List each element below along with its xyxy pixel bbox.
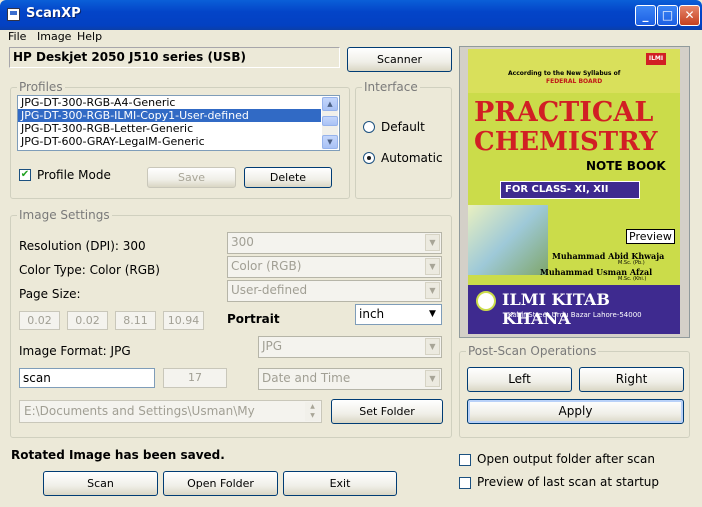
scroll-up-icon[interactable]: ▲ (322, 97, 338, 111)
maximize-button[interactable]: □ (657, 5, 678, 26)
cover-board: FEDERAL BOARD (546, 78, 603, 85)
resolution-label: Resolution (DPI): 300 (19, 239, 146, 253)
cover-publisher: ILMI KITAB KHANA (502, 290, 610, 328)
filename-input[interactable]: scan (19, 368, 155, 388)
output-folder-path: E:\Documents and Settings\Usman\My (24, 404, 255, 418)
image-format-select[interactable]: JPG ▼ (258, 336, 442, 358)
chevron-down-icon[interactable]: ▼ (425, 258, 440, 275)
interface-legend: Interface (364, 80, 418, 94)
profile-item[interactable]: JPG-DT-300-RGB-Letter-Generic (18, 122, 321, 135)
color-type-label: Color Type: Color (RGB) (19, 263, 160, 277)
minimize-button[interactable]: _ (635, 5, 656, 26)
scroll-up-icon[interactable]: ▲ (305, 402, 320, 411)
cover-author-2-degree: M.Sc. (Khi.) (618, 276, 647, 282)
cover-subtitle: NOTE BOOK (586, 159, 666, 173)
cover-author-1-degree: M.Sc. (Pb.) (618, 260, 645, 266)
orientation-label[interactable]: Portrait (227, 312, 280, 326)
counter-field[interactable]: 17 (163, 368, 227, 388)
scanner-button[interactable]: Scanner (347, 47, 452, 72)
publisher-logo-icon (476, 291, 496, 311)
resolution-value: 300 (231, 235, 254, 249)
open-output-label: Open output folder after scan (477, 452, 655, 466)
page-width-field[interactable]: 8.11 (115, 311, 156, 330)
folder-scroll[interactable]: ▲ ▼ (305, 402, 320, 421)
profile-mode-checkbox[interactable]: ✔ (19, 169, 31, 181)
margin-top-field[interactable]: 0.02 (67, 311, 108, 330)
scroll-down-icon[interactable]: ▼ (305, 411, 320, 420)
cover-class-band: FOR CLASS- XI, XII (500, 181, 640, 199)
cover-syllabus: According to the New Syllabus of (508, 70, 621, 77)
preview-label: Preview (626, 229, 675, 244)
preview-last-checkbox[interactable] (459, 477, 471, 489)
unit-value: inch (359, 307, 385, 321)
profile-mode-label: Profile Mode (37, 168, 111, 182)
cover-title-1: PRACTICAL (474, 97, 654, 128)
scan-button[interactable]: Scan (43, 471, 158, 496)
automatic-radio-label: Automatic (381, 151, 443, 165)
cover-author-1: Muhammad Abid Khwaja (552, 251, 665, 261)
status-text: Rotated Image has been saved. (11, 448, 225, 462)
post-scan-legend: Post-Scan Operations (468, 344, 597, 358)
exit-button[interactable]: Exit (283, 471, 397, 496)
unit-select[interactable]: inch ▼ (355, 304, 442, 325)
resolution-select[interactable]: 300 ▼ (227, 232, 442, 254)
save-button[interactable]: Save (147, 167, 236, 188)
profile-item[interactable]: JPG-DT-300-RGB-A4-Generic (18, 96, 321, 109)
default-radio-label: Default (381, 120, 425, 134)
naming-value: Date and Time (262, 371, 351, 385)
preview-image[interactable]: According to the New Syllabus of FEDERAL… (468, 49, 680, 334)
image-format-label: Image Format: JPG (19, 344, 131, 358)
page-size-value: User-defined (231, 283, 308, 297)
profile-item-selected[interactable]: JPG-DT-300-RGB-ILMI-Copy1-User-defined (18, 109, 321, 122)
cover-address: Kabir Street Urdu Bazar Lahore-54000 (508, 311, 642, 319)
apply-button[interactable]: Apply (467, 399, 684, 424)
chevron-down-icon[interactable]: ▼ (425, 370, 440, 387)
profile-list[interactable]: JPG-DT-300-RGB-A4-Generic JPG-DT-300-RGB… (17, 95, 340, 151)
menu-file[interactable]: File (8, 30, 26, 43)
rotate-left-button[interactable]: Left (467, 367, 572, 392)
rotate-right-button[interactable]: Right (579, 367, 684, 392)
scanner-device-label: HP Deskjet 2050 J510 series (USB) (9, 47, 340, 68)
naming-select[interactable]: Date and Time ▼ (258, 368, 442, 390)
automatic-radio[interactable] (363, 152, 375, 164)
window-title: ScanXP (26, 6, 81, 21)
page-height-field[interactable]: 10.94 (163, 311, 204, 330)
app-icon[interactable] (7, 8, 20, 21)
chevron-down-icon[interactable]: ▼ (425, 234, 440, 251)
output-folder-field[interactable]: E:\Documents and Settings\Usman\My (19, 400, 322, 423)
image-format-value: JPG (262, 339, 283, 353)
chevron-down-icon[interactable]: ▼ (425, 338, 440, 355)
default-radio[interactable] (363, 121, 375, 133)
title-bar[interactable] (0, 0, 702, 30)
scroll-down-icon[interactable]: ▼ (322, 135, 338, 149)
open-output-checkbox[interactable] (459, 454, 471, 466)
page-size-label: Page Size: (19, 287, 81, 301)
chevron-down-icon[interactable]: ▼ (425, 306, 440, 323)
cover-badge: ILMI (646, 53, 666, 65)
profiles-legend: Profiles (19, 80, 63, 94)
color-type-value: Color (RGB) (231, 259, 302, 273)
profile-item[interactable]: JPG-DT-600-GRAY-LegalM-Generic (18, 135, 321, 148)
menu-image[interactable]: Image (37, 30, 71, 43)
color-type-select[interactable]: Color (RGB) ▼ (227, 256, 442, 278)
set-folder-button[interactable]: Set Folder (331, 399, 443, 424)
image-settings-legend: Image Settings (19, 208, 110, 222)
delete-button[interactable]: Delete (244, 167, 332, 188)
preview-last-label: Preview of last scan at startup (477, 475, 660, 489)
chevron-down-icon[interactable]: ▼ (425, 282, 440, 299)
open-folder-button[interactable]: Open Folder (163, 471, 278, 496)
margin-left-field[interactable]: 0.02 (19, 311, 60, 330)
page-size-select[interactable]: User-defined ▼ (227, 280, 442, 302)
profile-list-scrollbar[interactable]: ▲ ▼ (322, 97, 338, 149)
cover-lab-image (468, 205, 548, 275)
interface-group: Interface (355, 80, 452, 199)
close-button[interactable]: ✕ (679, 5, 700, 26)
cover-title-2: CHEMISTRY (474, 127, 658, 157)
scroll-thumb[interactable] (322, 116, 338, 126)
menu-help[interactable]: Help (77, 30, 102, 43)
